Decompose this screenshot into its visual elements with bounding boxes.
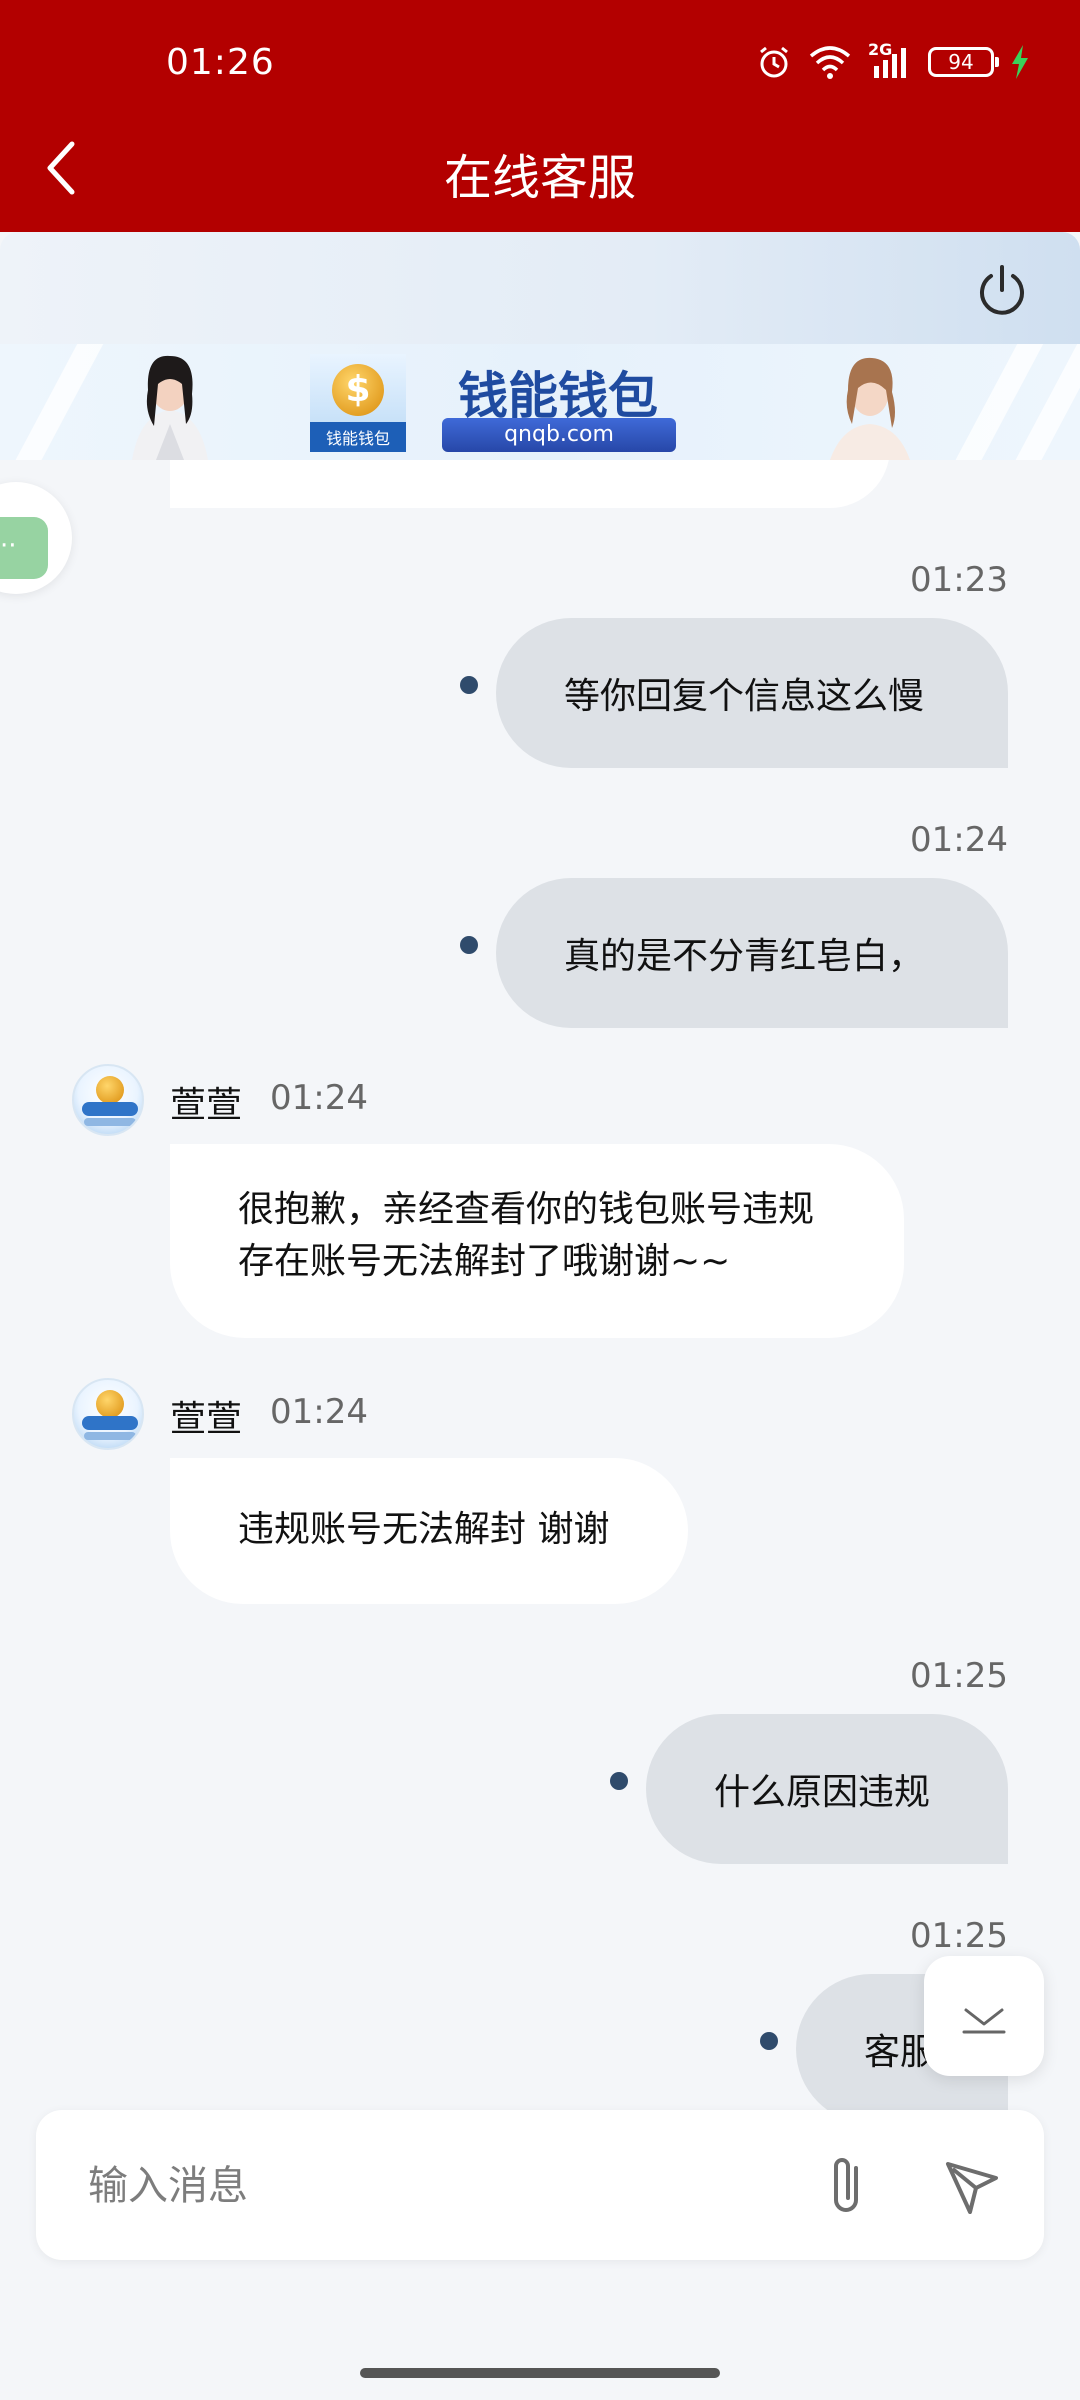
scroll-down-icon [962,2008,1006,2034]
unread-dot [610,1772,628,1790]
banner-url: qnqb.com [442,418,676,452]
attach-button[interactable] [816,2152,880,2222]
paperclip-icon [834,2158,858,2212]
banner-stripe [2,344,104,460]
status-time: 01:26 [166,42,275,83]
message-input[interactable] [88,2154,788,2218]
message-composer [36,2110,1044,2260]
incoming-message[interactable]: 很抱歉，亲经查看你的钱包账号违规 存在账号无法解封了哦谢谢~~ [170,1144,904,1338]
outgoing-message[interactable]: 等你回复个信息这么慢 [496,618,1008,768]
previous-message-bubble [170,460,890,508]
message-text: 真的是不分青红皂白， [564,936,925,977]
agent-avatar[interactable] [72,1378,144,1450]
page-title: 在线客服 [443,150,636,206]
message-time: 01:25 [910,1916,1008,1956]
agent-name: 萱萱 [170,1399,243,1440]
message-time: 01:24 [270,1392,368,1432]
unread-dot [760,2032,778,2050]
message-text: 什么原因违规 [714,1772,931,1813]
message-time: 01:24 [910,820,1008,860]
battery-icon: 94 [928,47,999,77]
message-text-line: 很抱歉，亲经查看你的钱包账号违规 [238,1189,815,1230]
alarm-icon [760,46,788,78]
send-icon [946,2162,998,2214]
wifi-icon [809,46,851,79]
signal-icon: 2G [868,40,912,80]
send-button[interactable] [936,2152,1006,2222]
charging-icon [1012,45,1028,79]
home-indicator[interactable] [360,2368,720,2378]
unread-dot [460,676,478,694]
message-text: 等你回复个信息这么慢 [564,676,925,717]
promo-banner[interactable]: $ 钱能钱包 钱能钱包 qnqb.com [0,344,1080,460]
power-icon [980,265,1024,315]
side-menu-button[interactable]: ·· [0,482,72,594]
agent-name: 萱萱 [170,1085,243,1126]
scroll-to-bottom-button[interactable] [924,1956,1044,2076]
unread-dot [460,936,478,954]
model-right-image [830,357,910,460]
chat-message-list[interactable]: ·· 01:23 等你回复个信息这么慢 01:24 真的是不分青红皂白， 萱萱 … [0,460,1080,2110]
logo-text: 钱能钱包 [310,422,406,452]
message-time: 01:23 [910,560,1008,600]
message-time: 01:24 [270,1078,368,1118]
outgoing-message[interactable]: 什么原因违规 [646,1714,1008,1864]
message-time: 01:25 [910,1656,1008,1696]
model-left-image [132,355,208,460]
outgoing-message[interactable]: 真的是不分青红皂白， [496,878,1008,1028]
end-chat-button[interactable] [974,262,1030,318]
coin-icon: $ [332,364,384,416]
app-header: 01:26 2G 94 在线客服 [0,0,1080,232]
chat-toolbar [0,232,1080,344]
brand-logo: $ 钱能钱包 [310,354,406,452]
message-text-line: 存在账号无法解封了哦谢谢~~ [238,1241,731,1282]
agent-avatar[interactable] [72,1064,144,1136]
status-icons: 2G 94 [756,40,1030,80]
message-text-line: 违规账号无法解封 谢谢 [238,1509,610,1550]
incoming-message[interactable]: 违规账号无法解封 谢谢 [170,1458,688,1604]
more-icon: ·· [0,517,48,579]
